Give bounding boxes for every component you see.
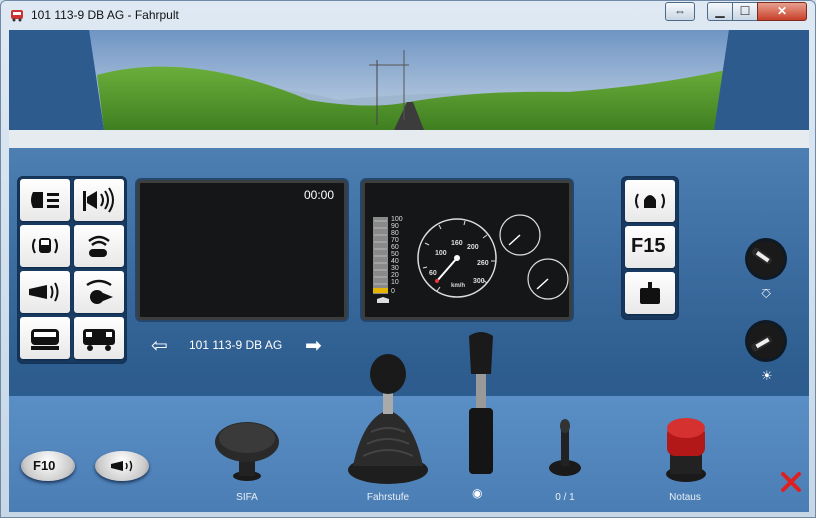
right-button-panel: F15 [621, 176, 679, 320]
toggle-switch[interactable] [547, 418, 583, 480]
dashboard: 00:00 100 90 80 70 60 50 40 30 20 10 0 6… [9, 148, 809, 512]
speed-tick-label: 300 [473, 278, 485, 285]
title-bar: 101 113-9 DB AG - Fahrpult ⇔ ▁ ☐ ✕ [1, 1, 815, 29]
speed-tick-label: 200 [467, 244, 479, 251]
next-loco-button[interactable]: ➡ [305, 333, 322, 358]
bar-tick-label: 100 [391, 216, 403, 223]
switch-label: 0 / 1 [555, 492, 575, 503]
horn-button[interactable] [20, 271, 70, 313]
notaus-button[interactable] [661, 414, 711, 484]
resize-button[interactable]: ⇔ [665, 2, 695, 21]
minimize-button[interactable]: ▁ [707, 2, 733, 21]
f10-button[interactable]: F10 [21, 451, 75, 481]
headlight-button[interactable] [20, 179, 70, 221]
f10-label: F10 [33, 458, 56, 473]
weight-icon [640, 282, 660, 304]
locomotive-front-icon [31, 329, 59, 350]
door-warning-icon [32, 238, 58, 254]
coupler-icon [86, 279, 113, 304]
headlight-icon [31, 192, 59, 208]
speaker-announce-icon [88, 235, 110, 257]
bell-button[interactable] [625, 180, 675, 222]
notaus-label: Notaus [669, 492, 701, 503]
cab-view: 00:00 100 90 80 70 60 50 40 30 20 10 0 6… [9, 30, 809, 512]
bar-tick-label: 70 [391, 237, 399, 244]
function-buttons-panel [17, 176, 127, 364]
announcement-button[interactable] [74, 225, 124, 267]
fahrstufe-lever[interactable] [343, 348, 433, 488]
close-cab-icon[interactable] [779, 470, 803, 494]
horn-icon [111, 460, 133, 472]
speed-tick-label: 60 [429, 270, 437, 277]
wireless-icon: ◉ [472, 486, 483, 500]
bar-tick-label: 0 [391, 288, 395, 295]
bar-tick-label: 40 [391, 258, 399, 265]
light-direction-icon: ⎏ [761, 286, 772, 301]
speed-tick-label: 160 [451, 240, 463, 247]
app-icon [11, 10, 23, 22]
locomotive-side-icon [83, 329, 115, 351]
loco-side-button[interactable] [74, 317, 124, 359]
prev-loco-button[interactable]: ⇦ [151, 333, 168, 358]
speedometer: 100 90 80 70 60 50 40 30 20 10 0 60 100 … [373, 214, 569, 303]
coupler-button[interactable] [74, 271, 124, 313]
bar-tick-label: 50 [391, 251, 399, 258]
info-display: 00:00 [137, 180, 347, 320]
rotary-knob-lower[interactable] [741, 316, 791, 366]
app-window: 101 113-9 DB AG - Fahrpult ⇔ ▁ ☐ ✕ 00:00… [0, 0, 816, 518]
speed-display: 100 90 80 70 60 50 40 30 20 10 0 60 100 … [362, 180, 572, 320]
horn-round-button[interactable] [95, 451, 149, 481]
bar-tick-label: 10 [391, 279, 399, 286]
clock-readout: 00:00 [303, 188, 334, 202]
horn-icon [29, 282, 59, 302]
speed-needle [436, 257, 458, 282]
horn-loud-icon [83, 187, 114, 213]
speed-tick-label: 100 [435, 250, 447, 257]
loco-name: 101 113-9 DB AG [189, 338, 283, 352]
cab-light-icon: ☀ [761, 368, 773, 383]
speed-tick-label: 260 [477, 260, 489, 267]
bell-icon [635, 193, 665, 209]
train-icon [377, 297, 389, 303]
bar-tick-label: 80 [391, 230, 399, 237]
sifa-button[interactable] [209, 418, 285, 488]
bar-tick-label: 30 [391, 265, 399, 272]
loco-front-button[interactable] [20, 317, 70, 359]
f15-button[interactable]: F15 [625, 226, 675, 268]
brake-lever[interactable] [463, 328, 499, 478]
fahrstufe-label: Fahrstufe [366, 492, 410, 503]
rotary-knob-upper[interactable] [741, 234, 791, 284]
horn-loud-button[interactable] [74, 179, 124, 221]
bar-tick-label: 60 [391, 244, 399, 251]
weight-button[interactable] [625, 272, 675, 314]
speed-unit-label: km/h [451, 283, 465, 289]
window-title: 101 113-9 DB AG - Fahrpult [31, 8, 179, 22]
bar-tick-label: 20 [391, 272, 399, 279]
door-warning-button[interactable] [20, 225, 70, 267]
bar-tick-label: 90 [391, 223, 399, 230]
close-window-button[interactable]: ✕ [757, 2, 807, 21]
f15-label: F15 [631, 235, 666, 257]
maximize-button[interactable]: ☐ [732, 2, 758, 21]
sifa-label: SIFA [236, 492, 258, 503]
